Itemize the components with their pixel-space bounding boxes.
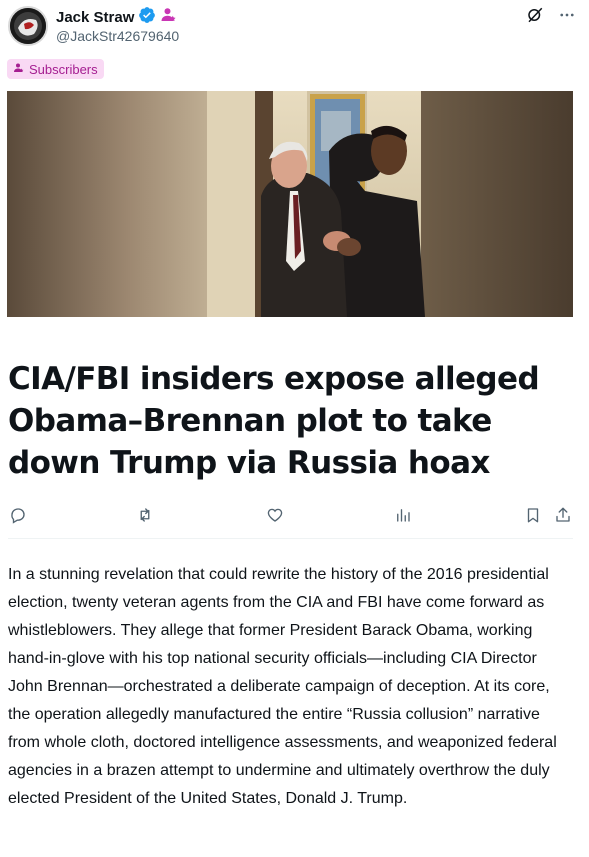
- divider: [8, 538, 573, 539]
- avatar[interactable]: [8, 6, 48, 46]
- bookmark-icon[interactable]: [523, 504, 543, 526]
- subscribers-label: Subscribers: [29, 61, 98, 77]
- user-handle[interactable]: @JackStr42679640: [56, 28, 179, 44]
- subscriber-person-icon: [160, 6, 178, 29]
- post-action-bar: [8, 504, 573, 528]
- views-icon[interactable]: [393, 504, 413, 526]
- post-header: Jack Straw @JackStr42679640: [8, 4, 582, 48]
- grok-icon[interactable]: [526, 6, 544, 29]
- subscriber-person-icon: [13, 62, 25, 77]
- share-icon[interactable]: [553, 504, 573, 526]
- article-body: In a stunning revelation that could rewr…: [8, 566, 557, 807]
- reply-icon[interactable]: [8, 504, 28, 526]
- article-title: CIA/FBI insiders expose alleged Obama–Br…: [8, 361, 540, 481]
- display-name[interactable]: Jack Straw: [56, 9, 134, 26]
- subscribers-badge: Subscribers: [7, 59, 104, 79]
- like-icon[interactable]: [265, 504, 285, 526]
- repost-icon[interactable]: [135, 504, 155, 526]
- article-cover-image[interactable]: [7, 91, 573, 317]
- verified-badge-icon: [138, 6, 156, 29]
- more-icon[interactable]: [558, 6, 576, 29]
